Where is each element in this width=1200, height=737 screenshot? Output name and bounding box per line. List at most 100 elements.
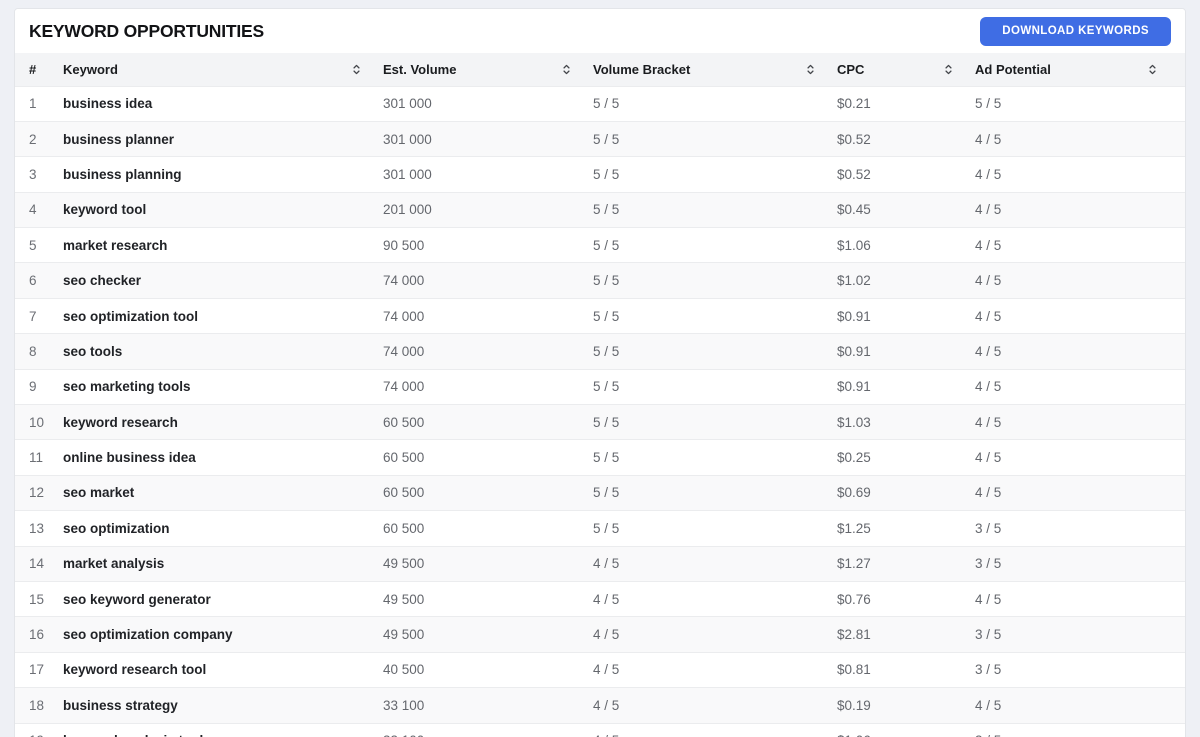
volume-bracket-cell: 5 / 5	[593, 379, 620, 395]
table-row[interactable]: 18 business strategy 33 100 4 / 5 $0.19 …	[15, 687, 1185, 724]
cpc-cell: $0.52	[837, 131, 871, 147]
est-volume-cell: 90 500	[383, 237, 425, 253]
volume-bracket-cell: 4 / 5	[593, 591, 620, 607]
ad-potential-cell: 4 / 5	[975, 308, 1002, 324]
download-keywords-button[interactable]: DOWNLOAD KEYWORDS	[980, 16, 1171, 46]
ad-potential-cell: 4 / 5	[975, 379, 1002, 395]
sort-icon[interactable]	[1148, 63, 1157, 76]
est-volume-cell: 74 000	[383, 273, 425, 289]
table-row[interactable]: 8 seo tools 74 000 5 / 5 $0.91 4 / 5	[15, 333, 1185, 370]
volume-bracket-cell: 5 / 5	[593, 485, 620, 501]
table-row[interactable]: 15 seo keyword generator 49 500 4 / 5 $0…	[15, 581, 1185, 617]
table-row[interactable]: 17 keyword research tool 40 500 4 / 5 $0…	[15, 652, 1185, 688]
column-header-est-volume[interactable]: Est. Volume	[383, 53, 593, 86]
cpc-cell: $0.21	[837, 96, 871, 112]
rank-cell: 14	[29, 556, 45, 572]
table-row[interactable]: 14 market analysis 49 500 4 / 5 $1.27 3 …	[15, 546, 1185, 582]
cpc-cell: $1.03	[837, 414, 871, 430]
column-header-rank: #	[15, 53, 63, 86]
est-volume-cell: 60 500	[383, 485, 425, 501]
page-title: KEYWORD OPPORTUNITIES	[29, 20, 264, 41]
rank-cell: 11	[29, 450, 44, 466]
rank-cell: 8	[29, 343, 37, 359]
cpc-cell: $1.06	[837, 723, 975, 737]
volume-bracket-cell: 5 / 5	[593, 96, 620, 112]
cpc-cell: $0.91	[837, 308, 871, 324]
keyword-cell: business idea	[63, 96, 153, 112]
keyword-cell: keyword research tool	[63, 662, 207, 678]
table-row[interactable]: 13 seo optimization 60 500 5 / 5 $1.25 3…	[15, 510, 1185, 547]
column-header-cpc[interactable]: CPC	[837, 53, 975, 86]
est-volume-cell: 49 500	[383, 591, 425, 607]
volume-bracket-cell: 4 / 5	[593, 556, 620, 572]
sort-icon[interactable]	[562, 63, 571, 76]
table-row[interactable]: 5 market research 90 500 5 / 5 $1.06 4 /…	[15, 227, 1185, 263]
volume-bracket-cell: 5 / 5	[593, 273, 620, 289]
ad-potential-cell: 4 / 5	[975, 591, 1002, 607]
table-row[interactable]: 11 online business idea 60 500 5 / 5 $0.…	[15, 439, 1185, 476]
ad-potential-cell: 4 / 5	[975, 166, 1002, 182]
sort-icon[interactable]	[352, 63, 361, 76]
card-header: KEYWORD OPPORTUNITIES DOWNLOAD KEYWORDS	[15, 9, 1185, 53]
column-label-est-volume: Est. Volume	[383, 61, 457, 77]
ad-potential-cell: 4 / 5	[975, 273, 1002, 289]
table-row[interactable]: 3 business planning 301 000 5 / 5 $0.52 …	[15, 156, 1185, 193]
rank-cell: 2	[29, 131, 37, 147]
cpc-cell: $1.25	[837, 520, 871, 536]
table-row[interactable]: 6 seo checker 74 000 5 / 5 $1.02 4 / 5	[15, 262, 1185, 299]
cpc-cell: $2.81	[837, 627, 871, 643]
ad-potential-cell: 4 / 5	[975, 343, 1002, 359]
cpc-cell: $0.45	[837, 202, 871, 218]
table-row[interactable]: 1 business idea 301 000 5 / 5 $0.21 5 / …	[15, 86, 1185, 122]
table-row[interactable]: 2 business planner 301 000 5 / 5 $0.52 4…	[15, 121, 1185, 157]
keyword-cell: seo optimization company	[63, 627, 233, 643]
cpc-cell: $1.02	[837, 273, 871, 289]
rank-cell: 3	[29, 166, 37, 182]
keyword-cell: market research	[63, 237, 168, 253]
volume-bracket-cell: 5 / 5	[593, 414, 620, 430]
est-volume-cell: 301 000	[383, 166, 432, 182]
est-volume-cell: 301 000	[383, 96, 432, 112]
column-label-ad-potential: Ad Potential	[975, 61, 1051, 77]
table-body: 1 business idea 301 000 5 / 5 $0.21 5 / …	[15, 86, 1185, 737]
cpc-cell: $0.76	[837, 591, 871, 607]
rank-cell: 16	[29, 627, 45, 643]
est-volume-cell: 49 500	[383, 556, 425, 572]
est-volume-cell: 33 100	[383, 723, 593, 737]
column-label-rank: #	[29, 61, 37, 77]
rank-cell: 19	[15, 723, 63, 737]
keyword-cell: keyword tool	[63, 202, 147, 218]
ad-potential-cell: 3 / 5	[975, 627, 1002, 643]
column-header-volume-bracket[interactable]: Volume Bracket	[593, 53, 837, 86]
table-row[interactable]: 10 keyword research 60 500 5 / 5 $1.03 4…	[15, 404, 1185, 440]
rank-cell: 13	[29, 520, 45, 536]
ad-potential-cell: 4 / 5	[975, 131, 1002, 147]
ad-potential-cell: 3 / 5	[975, 723, 1185, 737]
rank-cell: 5	[29, 237, 37, 253]
volume-bracket-cell: 5 / 5	[593, 237, 620, 253]
cpc-cell: $0.91	[837, 343, 871, 359]
volume-bracket-cell: 5 / 5	[593, 520, 620, 536]
volume-bracket-cell: 5 / 5	[593, 450, 620, 466]
column-header-ad-potential[interactable]: Ad Potential	[975, 53, 1185, 86]
rank-cell: 17	[29, 662, 45, 678]
keyword-cell: business strategy	[63, 697, 178, 713]
table-row[interactable]: 19 keyword analysis tool 33 100 4 / 5 $1…	[15, 723, 1185, 737]
est-volume-cell: 74 000	[383, 308, 425, 324]
sort-icon[interactable]	[944, 63, 953, 76]
table-row[interactable]: 7 seo optimization tool 74 000 5 / 5 $0.…	[15, 298, 1185, 334]
table-row[interactable]: 12 seo market 60 500 5 / 5 $0.69 4 / 5	[15, 475, 1185, 511]
rank-cell: 4	[29, 202, 37, 218]
column-label-keyword: Keyword	[63, 61, 118, 77]
volume-bracket-cell: 5 / 5	[593, 166, 620, 182]
volume-bracket-cell: 5 / 5	[593, 131, 620, 147]
rank-cell: 15	[29, 591, 45, 607]
rank-cell: 6	[29, 273, 37, 289]
table-row[interactable]: 4 keyword tool 201 000 5 / 5 $0.45 4 / 5	[15, 192, 1185, 228]
column-header-keyword[interactable]: Keyword	[63, 53, 383, 86]
table-row[interactable]: 16 seo optimization company 49 500 4 / 5…	[15, 616, 1185, 653]
table-row[interactable]: 9 seo marketing tools 74 000 5 / 5 $0.91…	[15, 369, 1185, 405]
est-volume-cell: 33 100	[383, 697, 425, 713]
sort-icon[interactable]	[806, 63, 815, 76]
est-volume-cell: 60 500	[383, 520, 425, 536]
